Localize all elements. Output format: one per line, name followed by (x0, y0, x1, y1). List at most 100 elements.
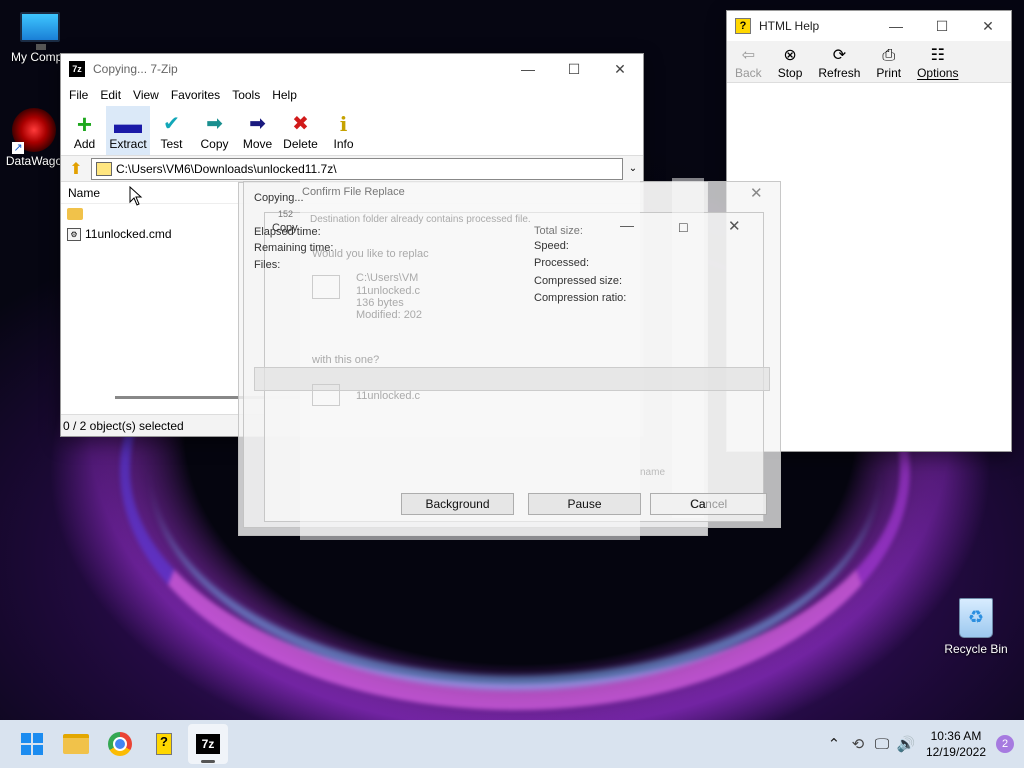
clock-date: 12/19/2022 (925, 745, 986, 759)
stop-icon: ⊗ (783, 47, 797, 64)
delete-label: Delete (283, 137, 318, 151)
close-button[interactable]: ✕ (750, 184, 763, 202)
pause-button[interactable]: Pause (528, 493, 641, 515)
back-arrow-icon: ⇦ (741, 47, 756, 64)
info-label: Info (333, 137, 354, 151)
new-file-name: 11unlocked.c (356, 390, 421, 402)
back-label: Back (735, 66, 762, 80)
system-tray: ⌃ ⟲ 🖵 🔊 10:36 AM 12/19/2022 2 (822, 720, 1024, 768)
refresh-button[interactable]: ⟳ Refresh (810, 41, 868, 82)
refresh-label: Refresh (818, 66, 861, 80)
copy-arrow-icon: ➡ (206, 113, 223, 135)
desktop-icon-recycle-bin[interactable]: Recycle Bin (940, 598, 1012, 656)
menu-favorites[interactable]: Favorites (165, 88, 226, 102)
clock[interactable]: 10:36 AM 12/19/2022 (918, 728, 996, 760)
maximize-button[interactable]: ☐ (678, 221, 689, 235)
file-explorer-button[interactable] (56, 724, 96, 764)
cmd-file-icon: ⚙ (67, 227, 81, 241)
menu-file[interactable]: File (63, 88, 94, 102)
name-label: name (640, 467, 666, 478)
elapsed-time-label: Elapsed time: (254, 226, 321, 238)
maximize-button[interactable]: ☐ (919, 11, 965, 41)
background-button[interactable]: Background (401, 493, 514, 515)
help-titlebar[interactable]: ? HTML Help — ☐ ✕ (727, 11, 1011, 41)
windows-logo-icon (21, 733, 43, 755)
datawagon-icon (12, 108, 56, 154)
7zip-titlebar[interactable]: 7z Copying... 7-Zip — ☐ ✕ (61, 54, 643, 84)
address-text: C:\Users\VM6\Downloads\unlocked11.7z\ (116, 161, 337, 176)
extract-label: Extract (109, 137, 147, 151)
close-button[interactable]: ✕ (965, 11, 1011, 41)
menu-view[interactable]: View (127, 88, 165, 102)
file-name: 11unlocked.cmd (85, 227, 172, 241)
7zip-toolbar: + Add ▬ Extract ✔ Test ➡ Copy ➡ Move ✖ D… (61, 106, 643, 156)
back-button[interactable]: ⇦ Back (727, 41, 770, 82)
compression-ratio-label: Compression ratio: (534, 292, 627, 304)
taskbar: ? 7z ⌃ ⟲ 🖵 🔊 10:36 AM 12/19/2022 2 (0, 720, 1024, 768)
maximize-button[interactable]: ☐ (551, 54, 597, 84)
7zip-icon: 7z (196, 734, 220, 754)
existing-file-name: 11unlocked.c (356, 285, 421, 297)
total-size-label: Total size: (534, 225, 583, 237)
network-icon[interactable]: 🖵 (870, 736, 894, 753)
compressed-size-label: Compressed size: (534, 275, 623, 287)
menu-edit[interactable]: Edit (94, 88, 127, 102)
menu-help[interactable]: Help (266, 88, 303, 102)
file-icon (312, 275, 340, 299)
move-button[interactable]: ➡ Move (236, 106, 279, 155)
add-button[interactable]: + Add (63, 106, 106, 155)
7zip-icon: 7z (69, 61, 85, 77)
delete-button[interactable]: ✖ Delete (279, 106, 322, 155)
stop-label: Stop (777, 66, 803, 80)
copy-button[interactable]: ➡ Copy (193, 106, 236, 155)
chrome-icon (108, 732, 132, 756)
close-button[interactable]: ✕ (728, 217, 741, 235)
path-icon (96, 161, 112, 176)
check-icon: ✔ (163, 113, 180, 135)
processed-label: Processed: (534, 257, 590, 269)
minimize-button[interactable]: — (505, 54, 551, 84)
replace-question: Would you like to replac (312, 248, 429, 260)
pause-label: Pause (567, 497, 602, 511)
options-button[interactable]: ☷ Options (909, 41, 966, 82)
options-icon: ☷ (930, 47, 945, 64)
address-bar: ⬆ C:\Users\VM6\Downloads\unlocked11.7z\ … (61, 156, 643, 182)
info-button[interactable]: i Info (322, 106, 365, 155)
cancel-button-partial[interactable]: Ca (686, 493, 710, 515)
chevron-down-icon[interactable]: ⌄ (623, 163, 643, 174)
desktop-icon-label: Recycle Bin (944, 642, 1008, 656)
info-icon: i (339, 112, 348, 136)
print-label: Print (876, 66, 902, 80)
menu-tools[interactable]: Tools (226, 88, 266, 102)
up-folder-icon[interactable]: ⬆ (61, 159, 91, 179)
chrome-button[interactable] (100, 724, 140, 764)
volume-icon[interactable]: 🔊 (894, 735, 918, 753)
print-button[interactable]: ⎙ Print (868, 41, 909, 82)
minimize-button[interactable]: — (873, 11, 919, 41)
existing-file-path: C:\Users\VM (356, 272, 419, 284)
close-button[interactable]: ✕ (597, 54, 643, 84)
printer-icon: ⎙ (882, 47, 896, 64)
html-help-taskbar-button[interactable]: ? (144, 724, 184, 764)
extract-button[interactable]: ▬ Extract (106, 106, 150, 155)
folder-icon (63, 734, 89, 754)
stop-button[interactable]: ⊗ Stop (770, 41, 811, 82)
notification-badge[interactable]: 2 (996, 735, 1014, 753)
copying-count: 152 (278, 209, 294, 219)
7zip-taskbar-button[interactable]: 7z (188, 724, 228, 764)
with-this-one-label: with this one? (312, 354, 380, 366)
test-button[interactable]: ✔ Test (150, 106, 193, 155)
move-arrow-icon: ➡ (249, 113, 266, 135)
file-icon (312, 384, 340, 406)
sync-icon[interactable]: ⟲ (846, 735, 870, 753)
address-field[interactable]: C:\Users\VM6\Downloads\unlocked11.7z\ (91, 157, 623, 180)
test-label: Test (160, 137, 183, 151)
window-title: HTML Help (759, 19, 820, 33)
chevron-up-icon[interactable]: ⌃ (822, 735, 846, 753)
start-button[interactable] (12, 724, 52, 764)
minimize-button[interactable]: — (620, 217, 634, 233)
monitor-icon (20, 12, 60, 50)
notification-count: 2 (1001, 738, 1009, 750)
clock-time: 10:36 AM (930, 729, 982, 743)
folder-icon (67, 208, 83, 220)
